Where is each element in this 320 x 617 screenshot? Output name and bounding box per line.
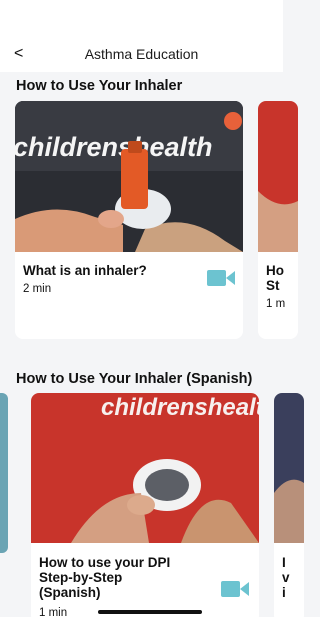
top-nav-bar: < Asthma Education <box>0 0 283 72</box>
thumbnail-logo-text: childrenshealth <box>15 132 213 162</box>
card-title-line2: Step-by-Step <box>39 570 123 585</box>
video-card-partial-right[interactable]: I v i <box>274 393 304 617</box>
card-title-line2: v <box>282 570 290 585</box>
video-camera-icon <box>221 581 249 597</box>
video-card-what-is-inhaler[interactable]: childrenshealth What is an inhaler? 2 mi… <box>15 101 243 339</box>
video-thumbnail <box>274 393 304 543</box>
card-duration: 1 m <box>266 298 286 310</box>
card-title-line3: i <box>282 585 286 600</box>
card-title-line1: Ho <box>266 263 284 278</box>
video-card-dpi-spanish[interactable]: childrenshealt How to use your DPI Step-… <box>31 393 259 617</box>
section-title-inhaler-spanish: How to Use Your Inhaler (Spanish) <box>16 371 253 387</box>
video-card-partial[interactable]: Ho St 1 m <box>258 101 298 339</box>
thumbnail-logo-text: childrenshealt <box>101 394 259 421</box>
video-thumbnail: childrenshealth <box>15 101 243 252</box>
video-thumbnail: childrenshealt <box>31 393 259 543</box>
video-card-partial-left[interactable] <box>0 393 8 553</box>
card-duration: 2 min <box>23 283 52 295</box>
video-thumbnail <box>0 393 8 553</box>
video-thumbnail <box>258 101 298 252</box>
card-title-line1: I <box>282 555 286 570</box>
section-title-inhaler: How to Use Your Inhaler <box>16 78 183 94</box>
page-title: Asthma Education <box>84 46 199 62</box>
card-duration: 1 min <box>39 607 68 617</box>
card-title-line2: St <box>266 278 280 293</box>
video-camera-icon <box>207 270 235 286</box>
home-indicator <box>98 610 202 614</box>
card-title-line3: (Spanish) <box>39 585 101 600</box>
card-title-line1: How to use your DPI <box>39 555 171 570</box>
card-title: What is an inhaler? <box>23 263 147 278</box>
